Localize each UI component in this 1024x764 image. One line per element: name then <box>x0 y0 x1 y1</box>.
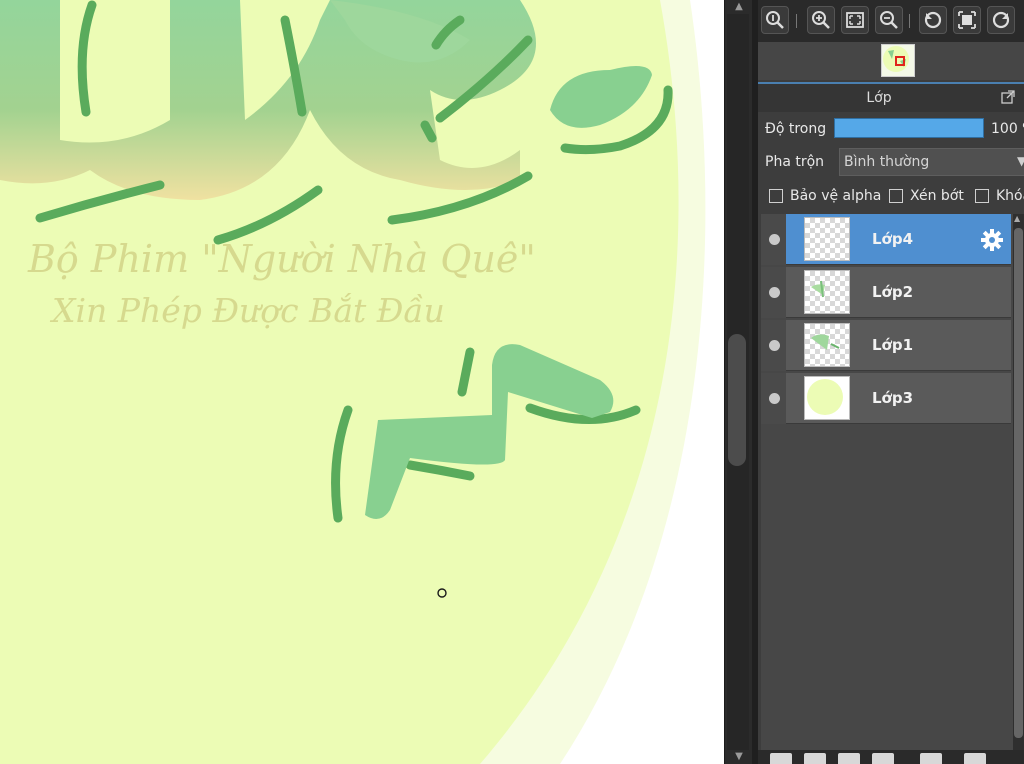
layer-thumbnail-art <box>811 280 825 298</box>
visibility-column <box>761 267 786 318</box>
visibility-toggle-icon[interactable] <box>769 287 780 298</box>
visibility-toggle-icon[interactable] <box>769 234 780 245</box>
zoom-in-icon <box>812 11 830 29</box>
new-8bit-layer-icon[interactable] <box>872 753 894 764</box>
scroll-up-icon[interactable]: ▲ <box>725 0 753 14</box>
visibility-column <box>761 320 786 371</box>
zoom-actual-icon <box>766 11 784 29</box>
layer-row-lop1[interactable]: Lớp1 <box>761 320 1011 371</box>
scroll-down-icon[interactable]: ▼ <box>725 750 753 764</box>
blend-mode-select[interactable]: Bình thường ▼ <box>839 148 1024 176</box>
zoom-out-icon <box>880 11 898 29</box>
layer-name: Lớp4 <box>872 230 914 248</box>
layer-panel-title: Lớp <box>866 90 892 106</box>
layer-panel-header: Lớp <box>758 82 1024 112</box>
lock-label: Khóa <box>996 188 1024 204</box>
visibility-toggle-icon[interactable] <box>769 393 780 404</box>
clipping-checkbox[interactable] <box>889 189 903 203</box>
new-folder-icon[interactable] <box>920 753 942 764</box>
blend-mode-value: Bình thường <box>844 154 930 170</box>
fullscreen-icon <box>958 11 976 29</box>
visibility-toggle-icon[interactable] <box>769 340 780 351</box>
rotate-left-icon <box>924 11 942 29</box>
visibility-column <box>761 373 786 424</box>
navigator-preview-area <box>758 42 1024 80</box>
fullscreen-button[interactable] <box>953 6 981 34</box>
canvas-title-line1: Bộ Phim "Người Nhà Quê" <box>27 237 536 281</box>
canvas-vertical-scrollbar[interactable]: ▲ ▼ <box>724 0 753 764</box>
rotate-right-button[interactable] <box>987 6 1015 34</box>
canvas-artwork: Bộ Phim "Người Nhà Quê" Xin Phép Được Bắ… <box>0 0 706 764</box>
protect-alpha-label: Bảo vệ alpha <box>790 188 882 204</box>
right-panel: Lớp Độ trong 100 % Pha trộn Bình thường … <box>758 0 1024 764</box>
fit-screen-icon <box>846 12 864 28</box>
scroll-up-icon[interactable]: ▲ <box>1014 214 1020 223</box>
gear-icon[interactable] <box>980 228 1004 252</box>
fit-screen-button[interactable] <box>841 6 869 34</box>
scrollbar-thumb[interactable] <box>728 334 746 466</box>
opacity-slider[interactable] <box>834 118 984 138</box>
opacity-value: 100 % <box>991 121 1024 137</box>
new-1bit-layer-icon[interactable] <box>838 753 860 764</box>
protect-alpha-checkbox[interactable] <box>769 189 783 203</box>
detach-panel-icon[interactable] <box>1001 90 1015 104</box>
layer-row-lop4[interactable]: Lớp4 <box>761 214 1011 265</box>
rotate-left-button[interactable] <box>919 6 947 34</box>
layer-list-scrollbar[interactable]: ▲ <box>1013 214 1024 750</box>
layer-name: Lớp1 <box>872 336 914 354</box>
layer-thumbnail <box>804 376 850 420</box>
layer-actions-bar <box>758 750 1024 764</box>
viewport-indicator[interactable] <box>895 56 905 66</box>
zoom-in-button[interactable] <box>807 6 835 34</box>
layer-row-lop2[interactable]: Lớp2 <box>761 267 1011 318</box>
layer-name: Lớp3 <box>872 389 914 407</box>
lock-checkbox[interactable] <box>975 189 989 203</box>
layer-name: Lớp2 <box>872 283 914 301</box>
duplicate-layer-icon[interactable] <box>964 753 986 764</box>
canvas-title-line2: Xin Phép Được Bắt Đầu <box>49 291 445 330</box>
navigator-toolbar <box>758 0 1024 42</box>
toolbar-separator <box>796 14 797 28</box>
layer-thumbnail <box>804 270 850 314</box>
zoom-out-button[interactable] <box>875 6 903 34</box>
layer-row-lop3[interactable]: Lớp3 <box>761 373 1011 424</box>
new-layer-icon[interactable] <box>770 753 792 764</box>
chevron-down-icon: ▼ <box>1017 154 1024 168</box>
zoom-actual-button[interactable] <box>761 6 789 34</box>
layer-thumbnail <box>804 217 850 261</box>
layer-thumbnail-art <box>807 379 843 415</box>
toolbar-separator <box>909 14 910 28</box>
drawing-canvas[interactable]: Bộ Phim "Người Nhà Quê" Xin Phép Được Bắ… <box>0 0 724 764</box>
new-halftone-layer-icon[interactable] <box>804 753 826 764</box>
layer-thumbnail-art <box>811 334 840 350</box>
navigator-thumbnail[interactable] <box>881 44 915 77</box>
blend-mode-label: Pha trộn <box>765 154 825 170</box>
opacity-label: Độ trong <box>765 121 827 137</box>
layer-list-scroll-thumb[interactable] <box>1014 228 1023 738</box>
clipping-label: Xén bớt <box>910 188 964 204</box>
rotate-right-icon <box>992 11 1010 29</box>
visibility-column <box>761 214 786 265</box>
layer-list: Lớp4 Lớp2 Lớp1 Lớp3 <box>761 214 1013 750</box>
layer-thumbnail <box>804 323 850 367</box>
